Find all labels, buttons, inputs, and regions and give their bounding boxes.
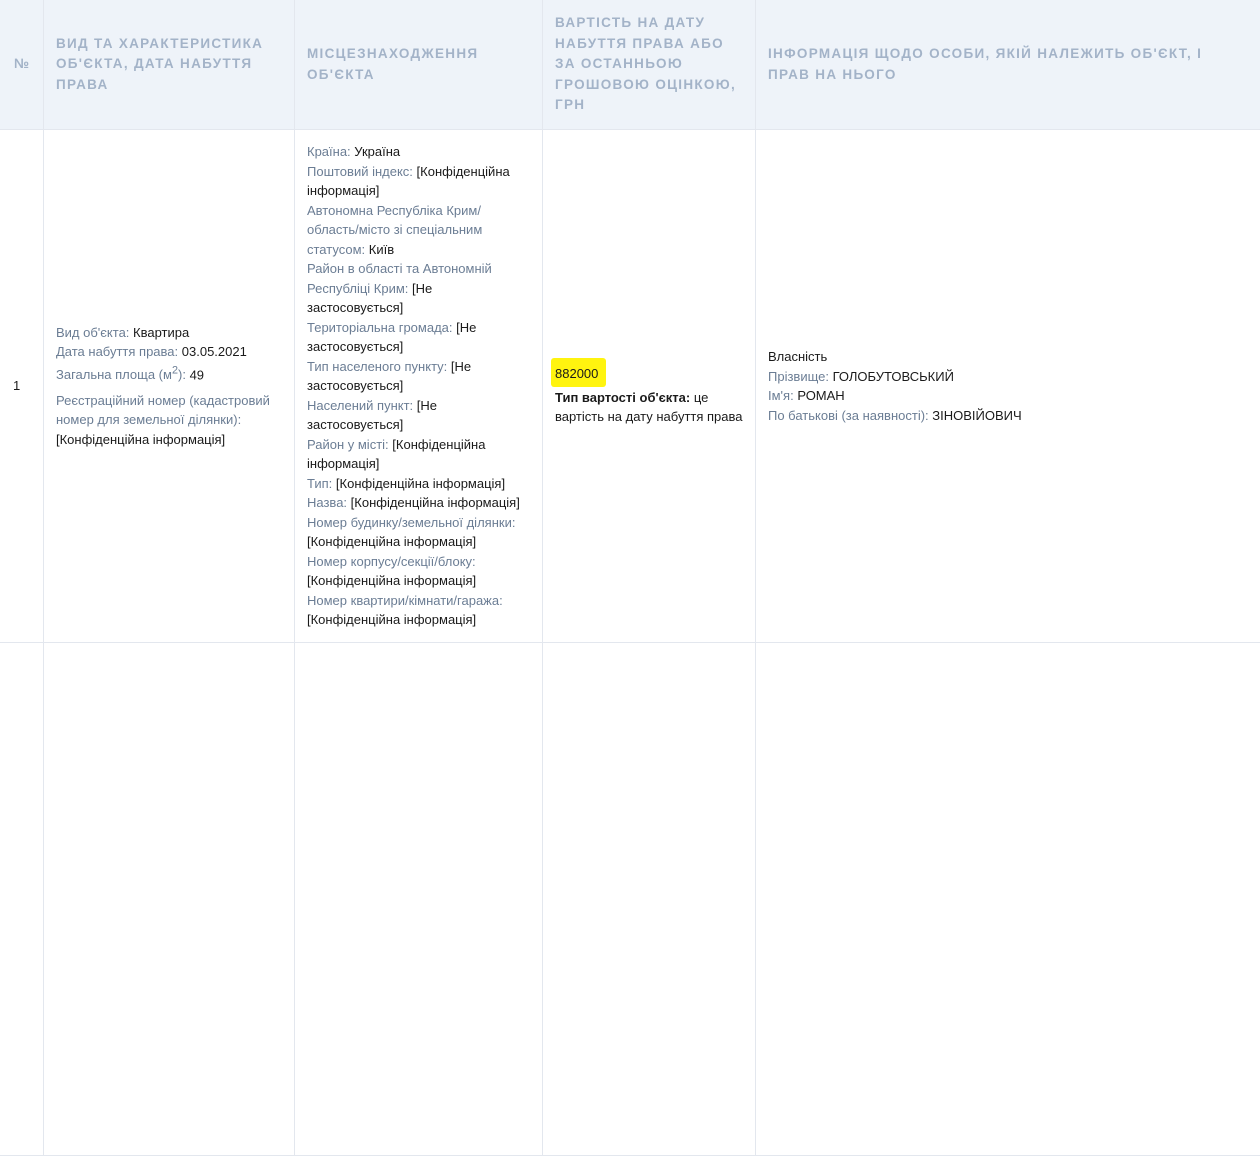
- location-cell: Країна: Україна Поштовий індекс: [Конфід…: [295, 130, 543, 643]
- street-name: Назва: [Конфіденційна інформація]: [307, 493, 530, 513]
- registration-number-value: [Конфіденційна інформація]: [56, 430, 282, 450]
- region: Автономна Республіка Крим/ область/місто…: [307, 201, 530, 260]
- settlement-type: Тип населеного пункту: [Не застосовуєтьс…: [307, 357, 530, 396]
- owner-cell: Власність Прізвище: ГОЛОБУТОВСЬКИЙ Ім'я:…: [756, 130, 1260, 643]
- header-location: МІСЦЕЗНАХОДЖЕННЯ ОБ'ЄКТА: [295, 0, 543, 130]
- price-type: Тип вартості об'єкта: це вартість на дат…: [555, 388, 743, 427]
- district: Район в області та Автономній Республіці…: [307, 259, 530, 318]
- owner-surname: Прізвище: ГОЛОБУТОВСЬКИЙ: [768, 367, 1249, 387]
- city-district: Район у місті: [Конфіденційна інформація…: [307, 435, 530, 474]
- country: Країна: Україна: [307, 142, 530, 162]
- value-cell: 882000 Тип вартості об'єкта: це вартість…: [543, 130, 756, 643]
- owner-name: Ім'я: РОМАН: [768, 386, 1249, 406]
- header-value: ВАРТІСТЬ НА ДАТУ НАБУТТЯ ПРАВА АБО ЗА ОС…: [543, 0, 756, 130]
- building-number: Номер будинку/земельної ділянки: [Конфід…: [307, 513, 530, 552]
- table-header-row: № ВИД ТА ХАРАКТЕРИСТИКА ОБ'ЄКТА, ДАТА НА…: [0, 0, 1260, 130]
- total-area: Загальна площа (м2): 49: [56, 362, 282, 385]
- price-amount: 882000: [551, 358, 606, 387]
- street-type: Тип: [Конфіденційна інформація]: [307, 474, 530, 494]
- community: Територіальна громада: [Не застосовуєтьс…: [307, 318, 530, 357]
- object-cell: Вид об'єкта: Квартира Дата набуття права…: [44, 130, 295, 643]
- owner-patronymic: По батькові (за наявності): ЗІНОВІЙОВИЧ: [768, 406, 1249, 426]
- settlement: Населений пункт: [Не застосовується]: [307, 396, 530, 435]
- acquisition-date: Дата набуття права: 03.05.2021: [56, 342, 282, 362]
- block-number: Номер корпусу/секції/блоку: [Конфіденцій…: [307, 552, 530, 591]
- assets-table: № ВИД ТА ХАРАКТЕРИСТИКА ОБ'ЄКТА, ДАТА НА…: [0, 0, 1260, 1156]
- postal-code: Поштовий індекс: [Конфіденційна інформац…: [307, 162, 530, 201]
- object-type: Вид об'єкта: Квартира: [56, 323, 282, 343]
- row-number: 1: [0, 130, 44, 643]
- header-object: ВИД ТА ХАРАКТЕРИСТИКА ОБ'ЄКТА, ДАТА НАБУ…: [44, 0, 295, 130]
- table-row-next: [0, 643, 1260, 1156]
- table-row: 1 Вид об'єкта: Квартира Дата набуття пра…: [0, 130, 1260, 643]
- ownership-right: Власність: [768, 347, 1249, 367]
- header-number: №: [0, 0, 44, 130]
- header-owner: ІНФОРМАЦІЯ ЩОДО ОСОБИ, ЯКІЙ НАЛЕЖИТЬ ОБ'…: [756, 0, 1260, 130]
- registration-number-label: Реєстраційний номер (кадастровий номер д…: [56, 391, 282, 430]
- apartment-number: Номер квартири/кімнати/гаража: [Конфіден…: [307, 591, 530, 630]
